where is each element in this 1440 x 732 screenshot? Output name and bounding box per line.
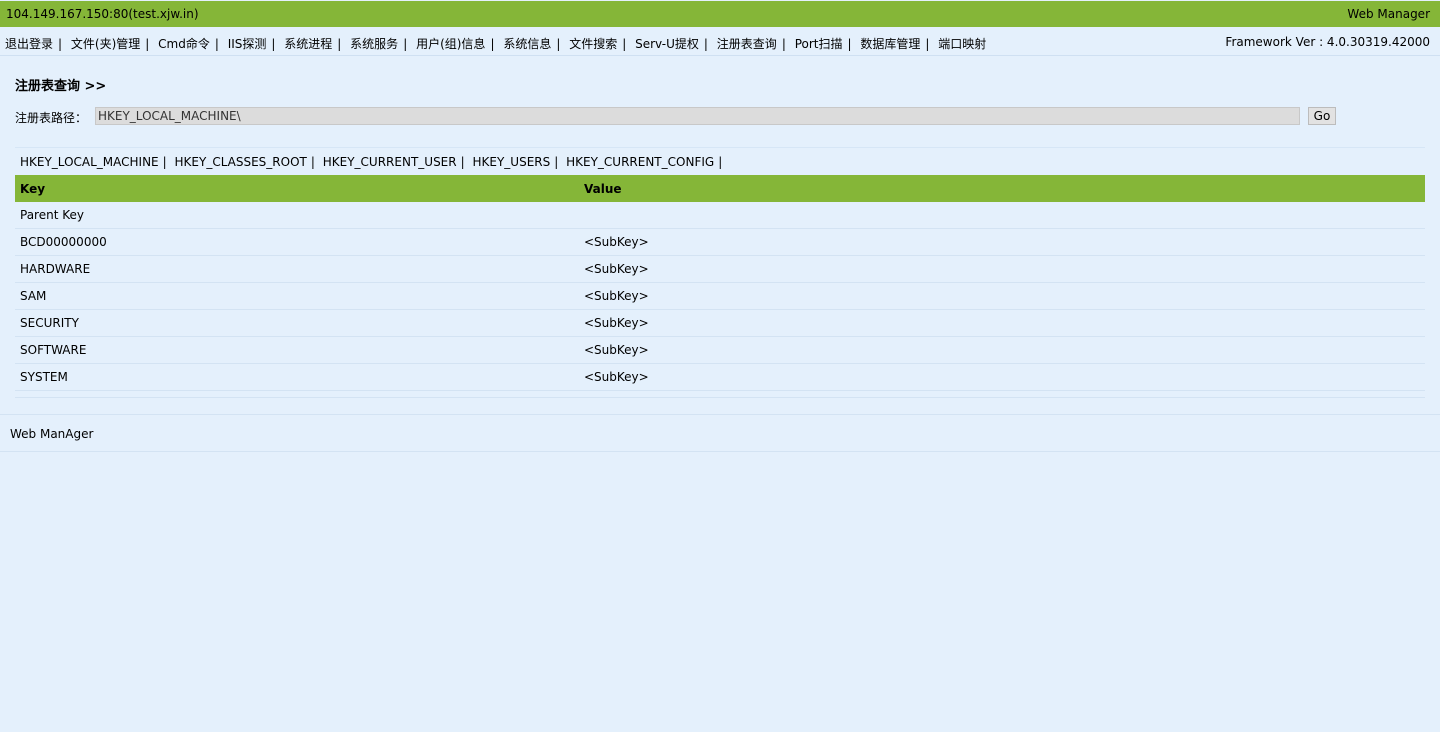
key-link[interactable]: SECURITY (20, 316, 79, 330)
column-header-value: Value (579, 175, 1425, 202)
key-cell[interactable]: BCD00000000 (15, 228, 579, 256)
menu-separator: | (703, 37, 708, 51)
table-row[interactable]: BCD00000000 <SubKey> (15, 228, 1425, 256)
host-address: 104.149.167.150:80(test.xjw.in) (6, 7, 199, 21)
key-cell[interactable]: SAM (15, 282, 579, 310)
key-link[interactable]: SYSTEM (20, 370, 68, 384)
table-divider (15, 397, 1425, 398)
parent-key-link[interactable]: Parent Key (20, 208, 84, 222)
menu-separator: | (403, 37, 408, 51)
registry-path-input[interactable] (95, 107, 1300, 125)
menu-item-services[interactable]: 系统服务 (350, 37, 398, 51)
key-cell[interactable]: SYSTEM (15, 363, 579, 391)
hive-link-users[interactable]: HKEY_USERS (472, 155, 550, 169)
menu-item-users[interactable]: 用户(组)信息 (416, 37, 485, 51)
menu-separator: | (847, 37, 852, 51)
table-row-parent-key[interactable]: Parent Key (15, 202, 1425, 229)
hive-separator: | (554, 155, 559, 169)
registry-path-label: 注册表路径： (15, 111, 88, 125)
table-header-row: Key Value (15, 175, 1425, 202)
menu-separator: | (925, 37, 930, 51)
hive-link-classes-root[interactable]: HKEY_CLASSES_ROOT (175, 155, 307, 169)
hive-separator: | (310, 155, 315, 169)
footer-text: Web ManAger (10, 427, 94, 441)
value-cell: <SubKey> (579, 336, 1425, 364)
menu-separator: | (214, 37, 219, 51)
hive-separator: | (718, 155, 723, 169)
hive-separator: | (162, 155, 167, 169)
menu-item-port-scan[interactable]: Port扫描 (795, 37, 843, 51)
menu-item-file-manager[interactable]: 文件(夹)管理 (71, 37, 140, 51)
menu-separator: | (781, 37, 786, 51)
menu-item-iis-probe[interactable]: IIS探测 (228, 37, 267, 51)
key-link[interactable]: SAM (20, 289, 46, 303)
key-link[interactable]: BCD00000000 (20, 235, 107, 249)
key-link[interactable]: HARDWARE (20, 262, 90, 276)
menu-item-logout[interactable]: 退出登录 (5, 37, 53, 51)
menu-item-processes[interactable]: 系统进程 (284, 37, 332, 51)
registry-path-form: 注册表路径： Go (15, 107, 1345, 125)
page-title: 注册表查询 >> (15, 79, 107, 94)
menu-item-port-mapping[interactable]: 端口映射 (938, 37, 986, 51)
menu-bar: 退出登录 | 文件(夹)管理 | Cmd命令 | IIS探测 | 系统进程 | 系统服务 |… (0, 27, 1440, 56)
menu-item-system-info[interactable]: 系统信息 (503, 37, 551, 51)
hive-separator: | (460, 155, 465, 169)
table-row[interactable]: HARDWARE <SubKey> (15, 255, 1425, 283)
menu-separator: | (490, 37, 495, 51)
menu-item-file-search[interactable]: 文件搜索 (569, 37, 617, 51)
menu-separator: | (556, 37, 561, 51)
footer: Web ManAger (0, 414, 1440, 452)
title-bar: 104.149.167.150:80(test.xjw.in) Web Mana… (0, 1, 1440, 27)
parent-key-cell[interactable]: Parent Key (15, 202, 579, 229)
parent-key-value-cell (579, 202, 1425, 229)
main-menu: 退出登录 | 文件(夹)管理 | Cmd命令 | IIS探测 | 系统进程 | 系统服务 |… (5, 35, 986, 52)
hive-link-local-machine[interactable]: HKEY_LOCAL_MACHINE (20, 155, 159, 169)
key-cell[interactable]: SECURITY (15, 309, 579, 337)
table-row[interactable]: SYSTEM <SubKey> (15, 363, 1425, 391)
value-cell: <SubKey> (579, 363, 1425, 391)
menu-item-database[interactable]: 数据库管理 (860, 37, 920, 51)
hive-link-current-config[interactable]: HKEY_CURRENT_CONFIG (566, 155, 714, 169)
menu-separator: | (145, 37, 150, 51)
value-cell: <SubKey> (579, 255, 1425, 283)
menu-separator: | (337, 37, 342, 51)
menu-separator: | (58, 37, 63, 51)
value-cell: <SubKey> (579, 309, 1425, 337)
value-cell: <SubKey> (579, 228, 1425, 256)
menu-separator: | (622, 37, 627, 51)
key-cell[interactable]: SOFTWARE (15, 336, 579, 364)
menu-separator: | (271, 37, 276, 51)
menu-item-servu[interactable]: Serv-U提权 (635, 37, 699, 51)
menu-item-cmd[interactable]: Cmd命令 (158, 37, 210, 51)
key-link[interactable]: SOFTWARE (20, 343, 86, 357)
table-row[interactable]: SECURITY <SubKey> (15, 309, 1425, 337)
key-cell[interactable]: HARDWARE (15, 255, 579, 283)
menu-item-registry[interactable]: 注册表查询 (717, 37, 777, 51)
registry-table: Key Value Parent Key BCD00000000 <SubKey… (15, 175, 1425, 391)
column-header-key: Key (15, 175, 579, 202)
hive-links: HKEY_LOCAL_MACHINE | HKEY_CLASSES_ROOT | H… (15, 147, 1425, 176)
go-button[interactable]: Go (1308, 107, 1336, 125)
framework-version: Framework Ver : 4.0.30319.42000 (1225, 35, 1430, 49)
brand-label: Web Manager (1347, 7, 1430, 21)
value-cell: <SubKey> (579, 282, 1425, 310)
table-row[interactable]: SOFTWARE <SubKey> (15, 336, 1425, 364)
hive-link-current-user[interactable]: HKEY_CURRENT_USER (323, 155, 457, 169)
table-row[interactable]: SAM <SubKey> (15, 282, 1425, 310)
